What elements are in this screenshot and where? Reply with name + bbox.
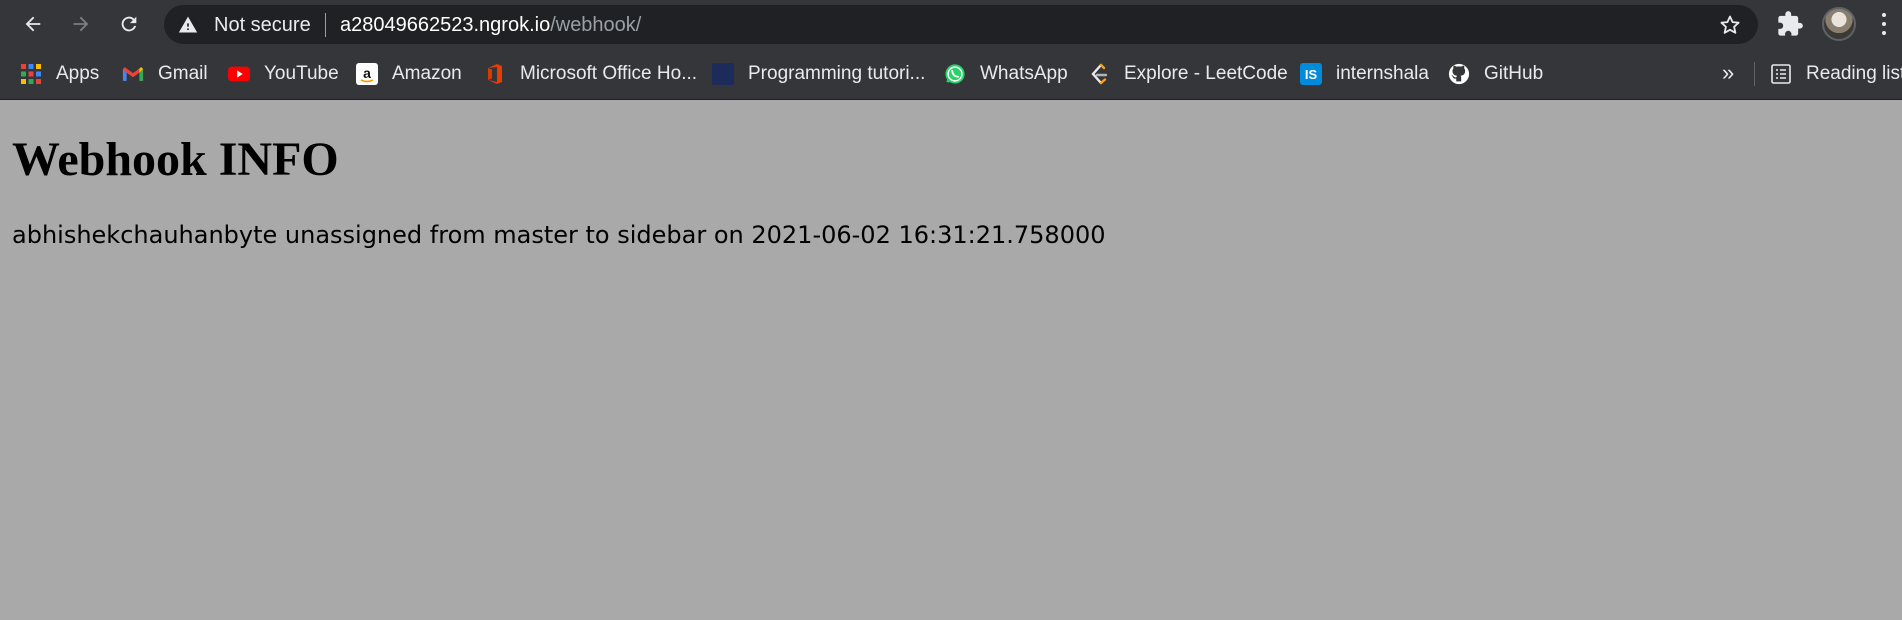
whatsapp-icon (944, 63, 966, 85)
bookmark-label: Gmail (158, 63, 208, 84)
bookmark-programming[interactable]: Programming tutori... (712, 60, 925, 88)
reading-list-button[interactable]: Reading list (1770, 60, 1902, 88)
forward-button[interactable] (64, 7, 98, 41)
security-label[interactable]: Not secure (214, 14, 311, 36)
bookmark-star-icon[interactable] (1718, 13, 1742, 37)
more-bookmarks-button[interactable]: » (1722, 60, 1734, 86)
browser-menu-button[interactable] (1872, 11, 1896, 37)
bookmark-label: YouTube (264, 63, 339, 84)
bookmark-amazon[interactable]: a Amazon (356, 60, 462, 88)
amazon-icon: a (356, 63, 378, 85)
bookmark-whatsapp[interactable]: WhatsApp (944, 60, 1068, 88)
arrow-right-icon (73, 16, 89, 32)
arrow-left-icon (25, 16, 41, 32)
reload-button[interactable] (112, 7, 146, 41)
bookmark-label: Explore - LeetCode (1124, 63, 1288, 84)
browser-toolbar: Not secure a28049662523.ngrok.io/webhook… (0, 0, 1902, 48)
reload-icon (121, 16, 137, 32)
webhook-message: abhishekchauhanbyte unassigned from mast… (12, 221, 1106, 249)
bookmark-label: Apps (56, 63, 100, 84)
bookmark-internshala[interactable]: IS internshala (1300, 60, 1429, 88)
url-path: /webhook/ (550, 14, 642, 36)
bookmark-github[interactable]: GitHub (1448, 60, 1543, 88)
address-bar[interactable]: Not secure a28049662523.ngrok.io/webhook… (164, 5, 1758, 44)
youtube-icon (228, 63, 250, 85)
bookmarks-bar: Apps Gmail YouTube a Amazon Microsoft Of… (0, 48, 1902, 100)
bookmark-label: Amazon (392, 63, 462, 84)
bookmark-microsoft-office[interactable]: Microsoft Office Ho... (484, 60, 697, 88)
profile-avatar[interactable] (1822, 7, 1856, 41)
address-separator (325, 13, 326, 37)
bookmark-label: WhatsApp (980, 63, 1068, 84)
svg-text:IS: IS (1305, 67, 1318, 82)
bookmark-label: Microsoft Office Ho... (520, 63, 698, 84)
bookmarks-divider (1754, 62, 1755, 86)
internshala-icon: IS (1300, 63, 1322, 85)
bookmark-apps[interactable]: Apps (20, 60, 99, 88)
bookmark-label: internshala (1336, 63, 1429, 84)
page-title: Webhook INFO (12, 133, 339, 186)
bookmark-label: Programming tutori... (748, 63, 926, 84)
bookmark-youtube[interactable]: YouTube (228, 60, 339, 88)
back-button[interactable] (16, 7, 50, 41)
programming-icon (712, 63, 734, 85)
url-text[interactable]: a28049662523.ngrok.io/webhook/ (340, 14, 641, 36)
extensions-puzzle-icon[interactable] (1776, 10, 1804, 38)
warning-icon[interactable] (178, 15, 198, 35)
bookmark-leetcode[interactable]: Explore - LeetCode (1088, 60, 1288, 88)
svg-text:a: a (363, 65, 371, 81)
reading-list-label: Reading list (1806, 63, 1902, 84)
reading-list-icon (1770, 63, 1792, 85)
bookmark-label: GitHub (1484, 63, 1544, 84)
bookmark-gmail[interactable]: Gmail (122, 60, 208, 88)
github-icon (1448, 63, 1470, 85)
gmail-icon (122, 63, 144, 85)
office-icon (484, 63, 506, 85)
leetcode-icon (1088, 63, 1110, 85)
apps-grid-icon (20, 63, 42, 85)
url-host: a28049662523.ngrok.io (340, 14, 551, 36)
